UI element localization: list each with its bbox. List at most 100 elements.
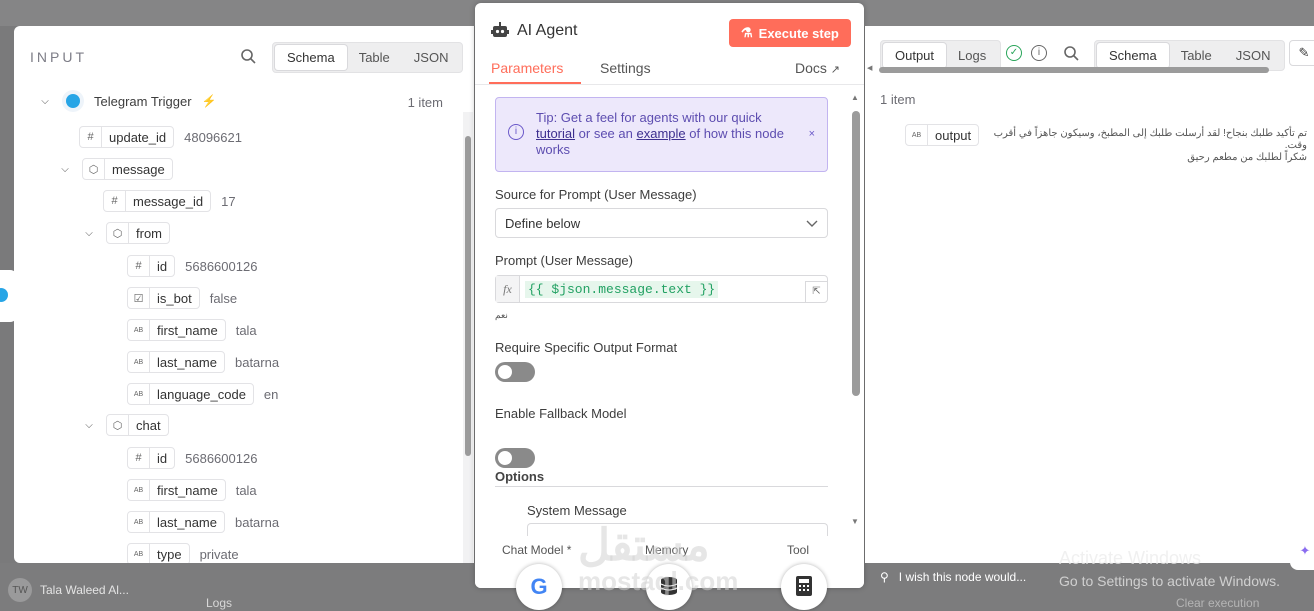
schema-field: AB last_name batarna — [127, 511, 279, 533]
tab-parameters[interactable]: Parameters — [491, 60, 563, 76]
field-pill[interactable]: # message_id — [103, 190, 212, 212]
chevron-down-icon[interactable]: ⌵ — [58, 164, 72, 175]
node-title[interactable]: AI Agent — [517, 22, 578, 40]
field-pill[interactable]: AB last_name — [127, 351, 225, 373]
require-format-label: Require Specific Output Format — [495, 340, 678, 355]
schema-field: AB language_code en — [127, 383, 278, 405]
docs-link[interactable]: Docs ↗ — [795, 60, 840, 76]
chevron-down-icon[interactable]: ⌵ — [82, 420, 96, 431]
google-icon: G — [530, 574, 548, 599]
tab-output[interactable]: Output — [883, 43, 947, 68]
string-icon: AB — [128, 480, 150, 500]
ai-assistant-button[interactable]: ✦ — [1290, 532, 1314, 570]
success-icon: ✓ — [1006, 45, 1022, 61]
info-icon[interactable]: i — [1031, 45, 1047, 61]
activate-windows-sub: Go to Settings to activate Windows. — [1059, 573, 1280, 589]
edit-output-button[interactable]: ✎ — [1289, 40, 1314, 66]
tutorial-link[interactable]: tutorial — [536, 126, 575, 141]
string-icon: AB — [128, 544, 150, 563]
editor-scrollbar[interactable]: ▲ ▼ — [851, 93, 861, 528]
trigger-row[interactable]: ⌵ Telegram Trigger ⚡ — [38, 90, 217, 112]
user-menu[interactable]: TW Tala Waleed Al... — [8, 578, 129, 602]
tab-settings[interactable]: Settings — [600, 60, 651, 76]
watermark-latin: mostaql.com — [578, 566, 739, 596]
fallback-toggle[interactable] — [495, 448, 535, 468]
field-pill[interactable]: AB first_name — [127, 319, 226, 341]
field-pill[interactable]: # update_id — [79, 126, 175, 148]
input-scrollbar[interactable] — [463, 112, 473, 563]
options-label: Options — [495, 469, 545, 484]
schema-field: AB type private — [127, 543, 239, 563]
input-label: INPUT — [30, 49, 87, 65]
prompt-expression-input[interactable]: fx {{ $json.message.text }} ⇱ — [495, 275, 828, 303]
schema-object: ⌵ ⬡ from — [82, 222, 170, 244]
string-icon: AB — [128, 512, 150, 532]
search-icon[interactable] — [240, 48, 256, 67]
tab-schema[interactable]: Schema — [275, 45, 347, 70]
output-field-pill[interactable]: AB output — [905, 124, 980, 146]
tab-table[interactable]: Table — [347, 45, 402, 70]
input-item-count: 1 item — [407, 95, 443, 110]
telegram-icon — [62, 90, 84, 112]
number-icon: # — [128, 448, 150, 468]
object-icon: ⬡ — [83, 159, 105, 179]
number-icon: # — [104, 191, 126, 211]
info-icon: i — [508, 124, 524, 140]
chevron-down-icon — [806, 216, 818, 231]
field-pill[interactable]: ⬡ message — [82, 158, 173, 180]
activate-windows-title: Activate Windows — [1059, 548, 1202, 568]
flask-icon: ⚗ — [741, 25, 753, 40]
string-icon: AB — [128, 384, 150, 404]
output-item-count: 1 item — [880, 92, 916, 107]
field-pill[interactable]: # id — [127, 255, 176, 277]
output-value: تم تأكيد طلبك بنجاح! لقد أرسلت طلبك إلى … — [993, 128, 1307, 163]
tab-schema[interactable]: Schema — [1097, 43, 1169, 68]
execute-step-button[interactable]: ⚗ Execute step — [729, 19, 851, 47]
example-link[interactable]: example — [636, 126, 685, 141]
field-pill[interactable]: AB last_name — [127, 511, 225, 533]
google-chat-model-node[interactable]: G — [516, 564, 562, 610]
string-icon: AB — [128, 352, 150, 372]
prompt-label: Prompt (User Message) — [495, 253, 633, 268]
robot-icon — [491, 22, 509, 41]
schema-field: AB first_name tala — [127, 319, 257, 341]
schema-field: # update_id 48096621 — [79, 126, 242, 148]
clear-execution-button[interactable]: Clear execution — [1176, 596, 1259, 610]
object-icon: ⬡ — [107, 415, 129, 435]
expand-icon[interactable]: ⇱ — [805, 281, 827, 303]
field-pill[interactable]: ⬡ chat — [106, 414, 169, 436]
field-pill[interactable]: ☑ is_bot — [127, 287, 200, 309]
tab-json[interactable]: JSON — [1224, 43, 1283, 68]
tool-node[interactable] — [781, 564, 827, 610]
field-pill[interactable]: AB type — [127, 543, 190, 563]
field-pill[interactable]: AB first_name — [127, 479, 226, 501]
schema-field: # message_id 17 — [103, 190, 236, 212]
lightbulb-icon: ⚲ — [880, 570, 889, 584]
pencil-icon: ✎ — [1298, 45, 1310, 60]
prompt-preview: نعم — [495, 310, 508, 320]
tip-callout: i Tip: Get a feel for agents with our qu… — [495, 97, 828, 172]
field-pill[interactable]: # id — [127, 447, 176, 469]
chevron-down-icon[interactable]: ⌵ — [38, 96, 52, 107]
schema-field: AB first_name tala — [127, 479, 257, 501]
source-select[interactable]: Define below — [495, 208, 828, 238]
avatar: TW — [8, 578, 32, 602]
number-icon: # — [128, 256, 150, 276]
logs-link[interactable]: Logs — [206, 596, 232, 610]
number-icon: # — [80, 127, 102, 147]
schema-object: ⌵ ⬡ chat — [82, 414, 169, 436]
tab-table[interactable]: Table — [1169, 43, 1224, 68]
output-hscrollbar[interactable]: ◀ — [867, 65, 1314, 74]
tab-json[interactable]: JSON — [402, 45, 461, 70]
require-format-toggle[interactable] — [495, 362, 535, 382]
close-icon[interactable]: × — [809, 126, 815, 142]
tab-logs[interactable]: Logs — [946, 43, 998, 68]
chat-model-label: Chat Model * — [502, 543, 572, 557]
search-icon[interactable] — [1063, 45, 1079, 64]
feedback-notice[interactable]: ⚲ I wish this node would... — [880, 570, 1026, 584]
field-pill[interactable]: AB language_code — [127, 383, 254, 405]
boolean-icon: ☑ — [128, 288, 150, 308]
chevron-down-icon[interactable]: ⌵ — [82, 228, 96, 239]
lightning-icon: ⚡ — [201, 94, 217, 108]
field-pill[interactable]: ⬡ from — [106, 222, 170, 244]
